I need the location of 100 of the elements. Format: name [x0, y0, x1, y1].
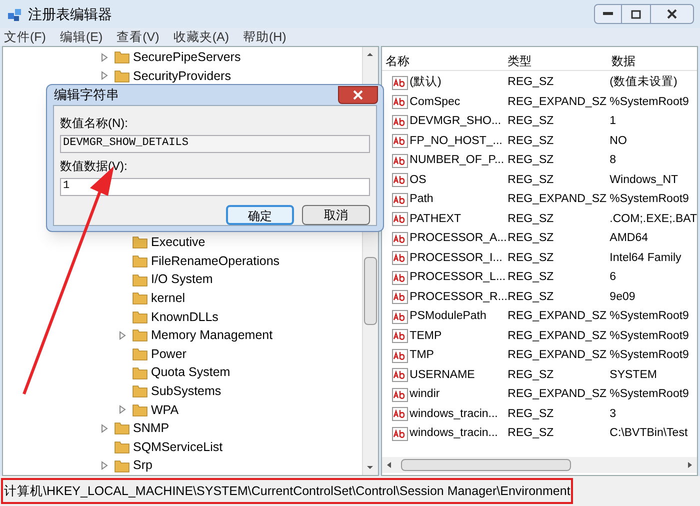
scrollbar-thumb[interactable]	[400, 459, 571, 471]
value-data: 1	[608, 114, 618, 130]
value-name[interactable]: PATHEXT	[410, 210, 462, 228]
value-data: %SystemRoot9	[608, 387, 690, 402]
string-value-icon	[392, 310, 408, 324]
folder-icon	[132, 366, 148, 380]
value-data: C:\BVTBin\Test	[608, 426, 689, 442]
close-icon	[353, 90, 363, 100]
column-header[interactable]: 类型	[504, 52, 608, 70]
value-name-field[interactable]: DEVMGR_SHOW_DETAILS	[60, 134, 370, 152]
menu-item[interactable]: 收藏夹(A)	[173, 28, 229, 46]
folder-icon	[132, 291, 148, 306]
close-button[interactable]	[650, 4, 694, 24]
maximize-icon	[631, 10, 641, 18]
tree-item[interactable]: FileRenameOperations	[151, 254, 280, 268]
tree-item[interactable]: Memory Management	[151, 329, 273, 342]
value-type: REG_SZ	[506, 75, 555, 90]
close-icon	[667, 9, 677, 19]
string-value-icon	[392, 134, 408, 148]
tree-item[interactable]: Srp	[133, 459, 152, 472]
value-name[interactable]: windows_tracin...	[410, 406, 498, 423]
status-path: 计算机\HKEY_LOCAL_MACHINE\SYSTEM\CurrentControlSet\Control\Session Manager\Environment	[1, 478, 574, 504]
maximize-button[interactable]	[622, 4, 650, 24]
string-value-icon	[392, 76, 408, 90]
value-name[interactable]: NUMBER_OF_P...	[410, 152, 504, 170]
tree-item[interactable]: SubSystems	[151, 384, 222, 398]
value-name[interactable]: TEMP	[410, 328, 442, 345]
tree-item[interactable]: SecurityProviders	[133, 70, 231, 82]
value-name[interactable]: (默认)	[410, 74, 442, 92]
value-type: REG_SZ	[506, 212, 555, 227]
tree-item[interactable]: WPA	[151, 404, 179, 416]
close-button[interactable]	[338, 86, 378, 104]
tree-item[interactable]: KnownDLLs	[151, 310, 218, 324]
string-value-icon	[392, 426, 408, 441]
value-data: 9e09	[608, 290, 636, 305]
value-type: REG_SZ	[506, 172, 555, 188]
value-data: AMD64	[608, 231, 650, 246]
menu-item[interactable]: 查看(V)	[116, 28, 160, 46]
dialog-button[interactable]: 确定	[226, 204, 294, 224]
menu-item[interactable]: 帮助(H)	[242, 28, 286, 46]
folder-icon	[132, 384, 148, 398]
value-name[interactable]: windows_tracin...	[410, 425, 498, 442]
expand-arrow-icon[interactable]	[101, 461, 108, 470]
value-name[interactable]: ComSpec	[410, 94, 460, 111]
tree-item[interactable]: SNMP	[133, 422, 170, 435]
string-value-icon	[392, 251, 408, 266]
value-name[interactable]: FP_NO_HOST_...	[410, 132, 502, 150]
column-header[interactable]: 数据	[608, 52, 697, 70]
horizontal-scrollbar[interactable]	[382, 457, 697, 473]
tree-item[interactable]: SecurePipeServers	[133, 51, 241, 64]
value-name[interactable]: PROCESSOR_A...	[410, 230, 507, 248]
expand-arrow-icon[interactable]	[101, 52, 108, 62]
string-value-icon	[392, 114, 408, 129]
value-name[interactable]: TMP	[410, 347, 434, 364]
value-name[interactable]: windir	[410, 386, 440, 404]
value-data-field[interactable]: 1	[60, 178, 370, 196]
value-type: REG_EXPAND_SZ	[506, 387, 608, 402]
folder-icon	[114, 458, 130, 473]
minimize-icon	[603, 12, 613, 16]
value-type: REG_SZ	[506, 231, 555, 246]
value-type: REG_SZ	[506, 250, 555, 266]
value-data: 6	[608, 270, 618, 286]
value-data: 3	[608, 406, 618, 422]
value-data: %SystemRoot9	[608, 192, 690, 208]
value-data: SYSTEM	[608, 368, 658, 383]
menu-item[interactable]: 编辑(E)	[60, 28, 103, 46]
expand-arrow-icon[interactable]	[101, 424, 108, 433]
expand-arrow-icon[interactable]	[119, 405, 126, 414]
tree-item[interactable]: Power	[151, 348, 186, 360]
tree-item[interactable]: kernel	[151, 292, 186, 305]
minimize-button[interactable]	[594, 4, 622, 24]
value-data: %SystemRoot9	[608, 348, 690, 364]
folder-icon	[132, 328, 148, 342]
dialog-button[interactable]: 取消	[302, 204, 370, 224]
tree-item[interactable]: I/O System	[151, 273, 213, 286]
value-name[interactable]: USERNAME	[410, 366, 475, 384]
value-name[interactable]: PROCESSOR_I...	[410, 250, 502, 267]
value-name[interactable]: OS	[410, 172, 426, 189]
tree-item[interactable]: Executive	[151, 236, 206, 249]
string-value-icon	[392, 154, 408, 168]
expand-arrow-icon[interactable]	[119, 330, 126, 340]
tree-item[interactable]: SQMServiceList	[133, 440, 223, 454]
value-name[interactable]: PROCESSOR_R...	[410, 288, 508, 306]
column-header[interactable]: 名称	[382, 52, 504, 70]
scroll-left-icon[interactable]	[384, 461, 393, 469]
tree-item[interactable]: Quota System	[151, 366, 230, 379]
menu-item[interactable]: 文件(F)	[4, 28, 46, 46]
value-name[interactable]: DEVMGR_SHO...	[410, 113, 502, 130]
value-type: REG_EXPAND_SZ	[506, 192, 608, 208]
scroll-right-icon[interactable]	[686, 461, 694, 469]
folder-icon	[114, 440, 130, 454]
value-name[interactable]: PSModulePath	[410, 308, 486, 326]
folder-icon	[132, 402, 148, 417]
value-name[interactable]: PROCESSOR_L...	[410, 269, 506, 286]
scrollbar-thumb[interactable]	[364, 257, 377, 325]
folder-icon	[132, 235, 148, 250]
expand-arrow-icon[interactable]	[101, 71, 108, 80]
string-value-icon	[392, 192, 408, 207]
value-name[interactable]: Path	[410, 191, 434, 208]
value-data: %SystemRoot9	[608, 328, 690, 344]
